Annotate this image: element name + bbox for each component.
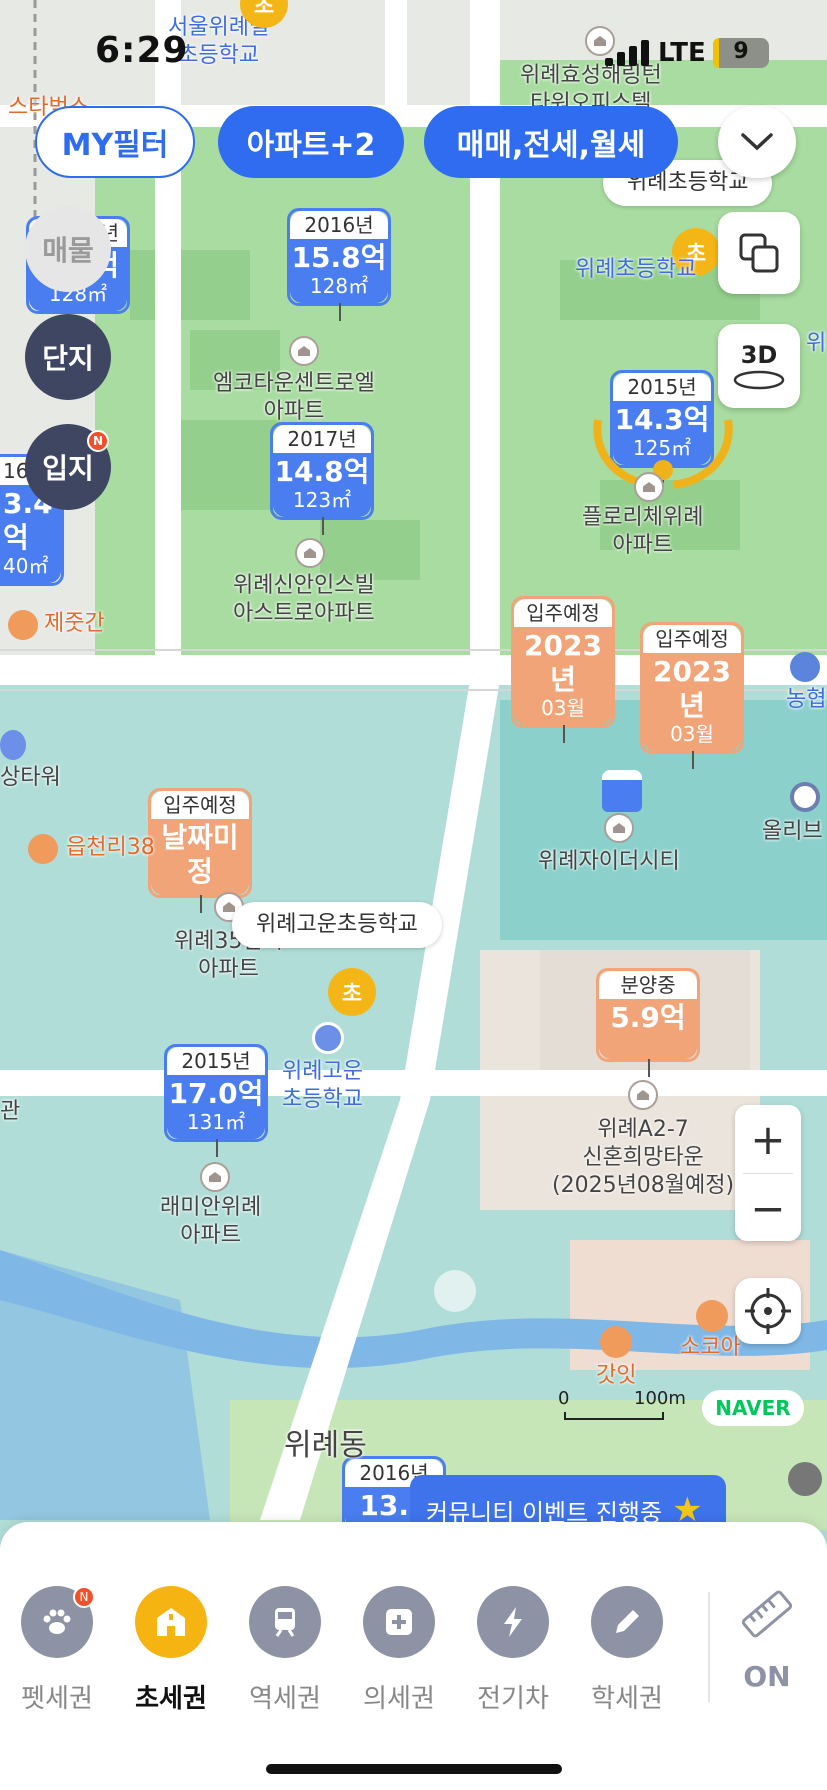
my-location-button[interactable] xyxy=(735,1278,801,1344)
lightning-icon xyxy=(477,1586,549,1658)
restaurant-label: 제줏간 xyxy=(44,611,105,636)
apartment-label: 위례자이더시티 xyxy=(538,849,680,874)
trade-type-filter[interactable]: 매매,전세,월세 xyxy=(424,106,678,178)
school-icon xyxy=(135,1586,207,1658)
battery-level: 9 xyxy=(733,39,749,64)
status-time: 6:29 xyxy=(95,30,189,71)
status-bar: 6:29 LTE 9 xyxy=(0,0,827,110)
category-label: 역세권 xyxy=(249,1684,321,1714)
apartment-pin[interactable] xyxy=(289,336,319,366)
apartment-pin[interactable] xyxy=(604,813,634,843)
price-marker[interactable]: 2017년 14.8억 123㎡ xyxy=(270,422,374,535)
bank-label: 농협 xyxy=(786,687,827,712)
map-edge-label: 위 xyxy=(806,331,827,356)
layers-icon xyxy=(739,233,779,273)
apartment-pin[interactable] xyxy=(628,1080,658,1110)
location-toggle-button[interactable]: 입지 N xyxy=(25,424,111,510)
category-label: 전기차 xyxy=(477,1684,549,1714)
category-label: 학세권 xyxy=(591,1684,663,1714)
apartment-label: 래미안위례 아파트 xyxy=(160,1195,262,1248)
place-icon[interactable] xyxy=(788,1462,822,1496)
zoom-control: + − xyxy=(735,1105,801,1241)
apartment-pin[interactable] xyxy=(634,472,664,502)
restaurant-icon[interactable] xyxy=(696,1300,728,1332)
scale-distance: 100m xyxy=(634,1388,686,1409)
laurel-icon xyxy=(593,419,733,489)
view-3d-label: 3D xyxy=(740,341,778,369)
ruler-toggle[interactable]: ON xyxy=(732,1586,802,1693)
train-icon xyxy=(249,1586,321,1658)
school-bubble-gowun[interactable]: 위례고운초등학교 xyxy=(232,902,442,948)
apartment-label: 위례A2-7 신혼희망타운 (2025년08월예정) xyxy=(552,1117,735,1198)
network-type: LTE xyxy=(658,38,706,68)
divider xyxy=(708,1592,710,1702)
paw-icon: N xyxy=(21,1586,95,1658)
move-in-marker[interactable]: 입주예정 날짜미정 xyxy=(148,788,252,913)
restaurant-label: 읍천리38 xyxy=(66,835,155,860)
price-marker[interactable]: 2016년 15.8억 128㎡ xyxy=(287,208,391,321)
restaurant-icon[interactable] xyxy=(28,834,58,864)
apartment-label: 위례신안인스빌 아스트로아파트 xyxy=(233,573,375,626)
bottom-sheet: N 펫세권 초세권 역세권 의세권 전기차 학세권 ON xyxy=(0,1522,827,1790)
property-type-filter[interactable]: 아파트+2 xyxy=(218,106,404,178)
school-icon[interactable]: 초 xyxy=(328,968,376,1016)
school-label-wirye: 위례초등학교 xyxy=(575,257,697,282)
sale-marker[interactable]: 분양중 5.9억 xyxy=(596,968,700,1077)
restaurant-label: 갓잇 xyxy=(596,1363,637,1388)
listing-toggle-button[interactable]: 매물 xyxy=(25,206,111,292)
building-icon[interactable] xyxy=(0,730,26,760)
store-icon[interactable] xyxy=(790,782,820,812)
restaurant-icon[interactable] xyxy=(600,1326,632,1358)
school-label-gowun: 위례고운 초등학교 xyxy=(282,1059,363,1112)
category-ev[interactable]: 전기차 xyxy=(463,1586,563,1715)
apartment-label: 플로리체위례 아파트 xyxy=(582,505,704,558)
complex-flag-icon[interactable] xyxy=(602,770,642,812)
rotate-icon xyxy=(733,370,785,390)
view-3d-button[interactable]: 3D xyxy=(718,324,800,408)
category-station[interactable]: 역세권 xyxy=(235,1586,335,1715)
touch-indicator xyxy=(434,1270,476,1312)
zoom-out-button[interactable]: − xyxy=(735,1174,801,1242)
restaurant-label: 소코아 xyxy=(680,1335,741,1360)
ruler-icon xyxy=(741,1590,793,1638)
category-pet[interactable]: N 펫세권 xyxy=(7,1586,107,1715)
ruler-toggle-state: ON xyxy=(743,1660,791,1693)
move-in-marker[interactable]: 입주예정 2023년 03월 xyxy=(511,596,615,743)
naver-logo: NAVER xyxy=(702,1390,804,1426)
price-marker[interactable]: 2015년 17.0억 131㎡ xyxy=(164,1044,268,1157)
category-label: 의세권 xyxy=(363,1684,435,1714)
signal-icon xyxy=(605,40,649,66)
move-in-marker[interactable]: 입주예정 2023년 03월 xyxy=(640,622,744,769)
new-badge: N xyxy=(73,1586,95,1608)
apartment-pin[interactable] xyxy=(295,538,325,568)
zoom-in-button[interactable]: + xyxy=(735,1105,801,1173)
pencil-icon xyxy=(591,1586,663,1658)
complex-toggle-button[interactable]: 단지 xyxy=(25,314,111,400)
battery-icon: 9 xyxy=(713,38,769,68)
my-filter-button[interactable]: MY필터 xyxy=(35,106,195,178)
category-school[interactable]: 초세권 xyxy=(121,1586,221,1715)
school-building-icon[interactable] xyxy=(312,1022,344,1054)
apartment-label: 엠코타운센트로엘 아파트 xyxy=(213,371,375,424)
category-medical[interactable]: 의세권 xyxy=(349,1586,449,1715)
category-label: 초세권 xyxy=(135,1684,207,1714)
home-indicator xyxy=(266,1764,562,1774)
tower-label: 상타워 xyxy=(0,765,61,790)
crosshair-icon xyxy=(745,1288,791,1334)
scale-bar xyxy=(564,1412,664,1420)
layer-button[interactable] xyxy=(718,212,800,294)
new-badge: N xyxy=(87,430,109,452)
restaurant-icon[interactable] xyxy=(8,610,38,640)
category-academy[interactable]: 학세권 xyxy=(577,1586,677,1715)
apartment-pin[interactable] xyxy=(200,1162,230,1192)
store-label: 올리브 xyxy=(762,819,823,844)
medical-icon xyxy=(363,1586,435,1658)
scale-zero: 0 xyxy=(558,1388,570,1409)
district-label: 위례동 xyxy=(284,1428,367,1463)
bank-icon[interactable] xyxy=(790,652,820,682)
chevron-down-icon xyxy=(741,133,773,151)
category-label: 펫세권 xyxy=(21,1684,93,1714)
place-label: 관 xyxy=(0,1099,21,1124)
expand-filter-button[interactable] xyxy=(718,106,796,178)
